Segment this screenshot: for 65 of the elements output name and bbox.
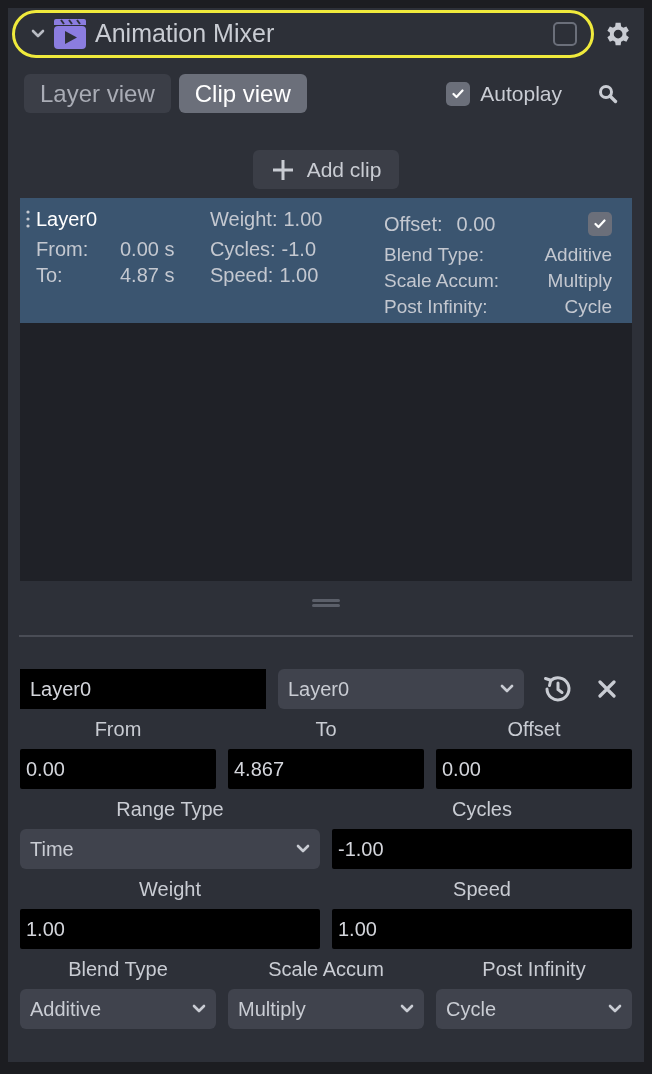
chevron-down-icon	[192, 1004, 206, 1014]
chevron-down-icon	[400, 1004, 414, 1014]
dropdown[interactable]: Additive	[20, 989, 216, 1029]
dropdown[interactable]: Multiply	[228, 989, 424, 1029]
autoplay-label: Autoplay	[480, 80, 562, 107]
chevron-down-icon	[500, 684, 514, 694]
input-field[interactable]: 0.00	[436, 749, 632, 789]
clip-property-label: Speed:	[210, 263, 274, 288]
drag-handle-icon[interactable]	[26, 210, 30, 228]
panel-title: Animation Mixer	[95, 18, 276, 50]
field-label: From	[93, 717, 143, 741]
name-field[interactable]: Layer0	[20, 669, 266, 709]
clip-property-value: 0.00	[456, 212, 497, 237]
clip-property-value: Multiply	[547, 269, 612, 293]
checkbox[interactable]	[446, 81, 471, 106]
clip-property-label: Weight:	[210, 207, 278, 232]
clip-property-label: Blend Type:	[384, 243, 484, 267]
layer-dropdown[interactable]: Layer0	[278, 669, 524, 709]
input-field[interactable]: -1.00	[332, 829, 632, 869]
input-field[interactable]: 0.00	[20, 749, 216, 789]
close-icon[interactable]	[598, 680, 616, 698]
clip-property-value: 0.00 s	[120, 237, 175, 262]
panel-header[interactable]: Animation Mixer	[12, 10, 594, 58]
clip-property-label: Scale Accum:	[384, 269, 500, 293]
clip-property-value: Additive	[544, 243, 612, 267]
clip-property-label: From:	[36, 237, 90, 262]
checkmark-icon	[594, 219, 606, 229]
input-field[interactable]: 1.00	[20, 909, 320, 949]
clip-property-value: Cycle	[564, 295, 612, 319]
clip-property-value: 1.00	[283, 207, 323, 232]
plus-icon	[270, 157, 295, 182]
search-icon[interactable]	[598, 83, 618, 104]
field-label: Scale Accum	[267, 957, 385, 981]
chevron-down-icon	[296, 844, 310, 854]
clip-property-value: -1.0	[281, 237, 317, 262]
clip-property-label: Post Infinity:	[384, 295, 488, 319]
field-label: Offset	[506, 717, 562, 741]
checkbox[interactable]	[553, 22, 577, 46]
field-label: Range Type	[115, 797, 225, 821]
input-field[interactable]: 1.00	[332, 909, 632, 949]
checkbox[interactable]	[588, 212, 612, 236]
field-label: Speed	[452, 877, 512, 901]
tab[interactable]: Clip view	[178, 74, 307, 113]
add-clip-button[interactable]: Add clip	[252, 150, 400, 189]
clip-row[interactable]: Layer0 From: 0.00 s To: 4.87 s Weight: 1.00 Cycles: -1.0 Speed: 1.00 Offset: 0.00 Blend Type: Additive Scale Accum: Multiply Post Infinity: Cycle	[20, 198, 632, 323]
field-label: To	[314, 717, 338, 741]
clapperboard-icon	[53, 18, 87, 50]
clip-property-label: Cycles:	[210, 237, 276, 262]
dropdown[interactable]: Time	[20, 829, 320, 869]
resize-handle-icon[interactable]	[312, 599, 340, 607]
clip-property-label: To:	[36, 263, 64, 288]
field-label: Blend Type	[67, 957, 169, 981]
chevron-down-icon	[608, 1004, 622, 1014]
clip-property-label: Offset:	[384, 212, 443, 237]
input-field[interactable]: 4.867	[228, 749, 424, 789]
dropdown[interactable]: Cycle	[436, 989, 632, 1029]
field-label: Post Infinity	[481, 957, 587, 981]
field-label: Weight	[138, 877, 202, 901]
chevron-down-icon[interactable]	[31, 29, 45, 39]
field-label: Cycles	[451, 797, 513, 821]
clip-name: Layer0	[36, 207, 99, 232]
tab[interactable]: Layer view	[24, 74, 171, 113]
checkmark-icon	[452, 88, 465, 99]
clip-property-value: 4.87 s	[120, 263, 175, 288]
clip-property-value: 1.00	[279, 263, 319, 288]
